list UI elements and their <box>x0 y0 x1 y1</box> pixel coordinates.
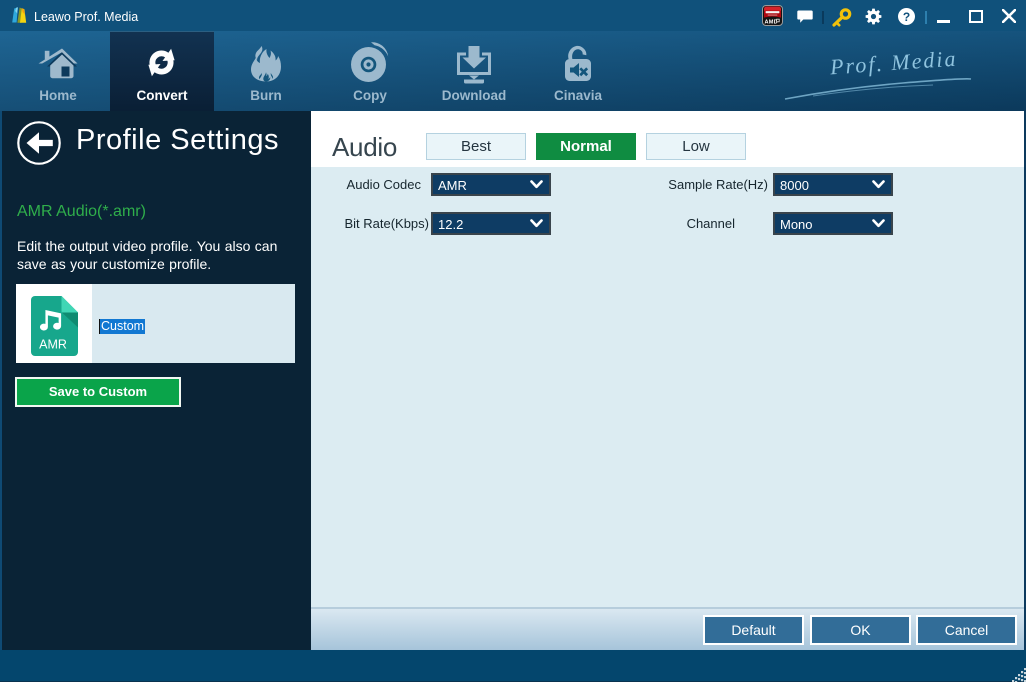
svg-text:?: ? <box>903 10 910 24</box>
svg-text:AMD: AMD <box>765 19 778 25</box>
svg-text:AMR: AMR <box>39 338 67 352</box>
